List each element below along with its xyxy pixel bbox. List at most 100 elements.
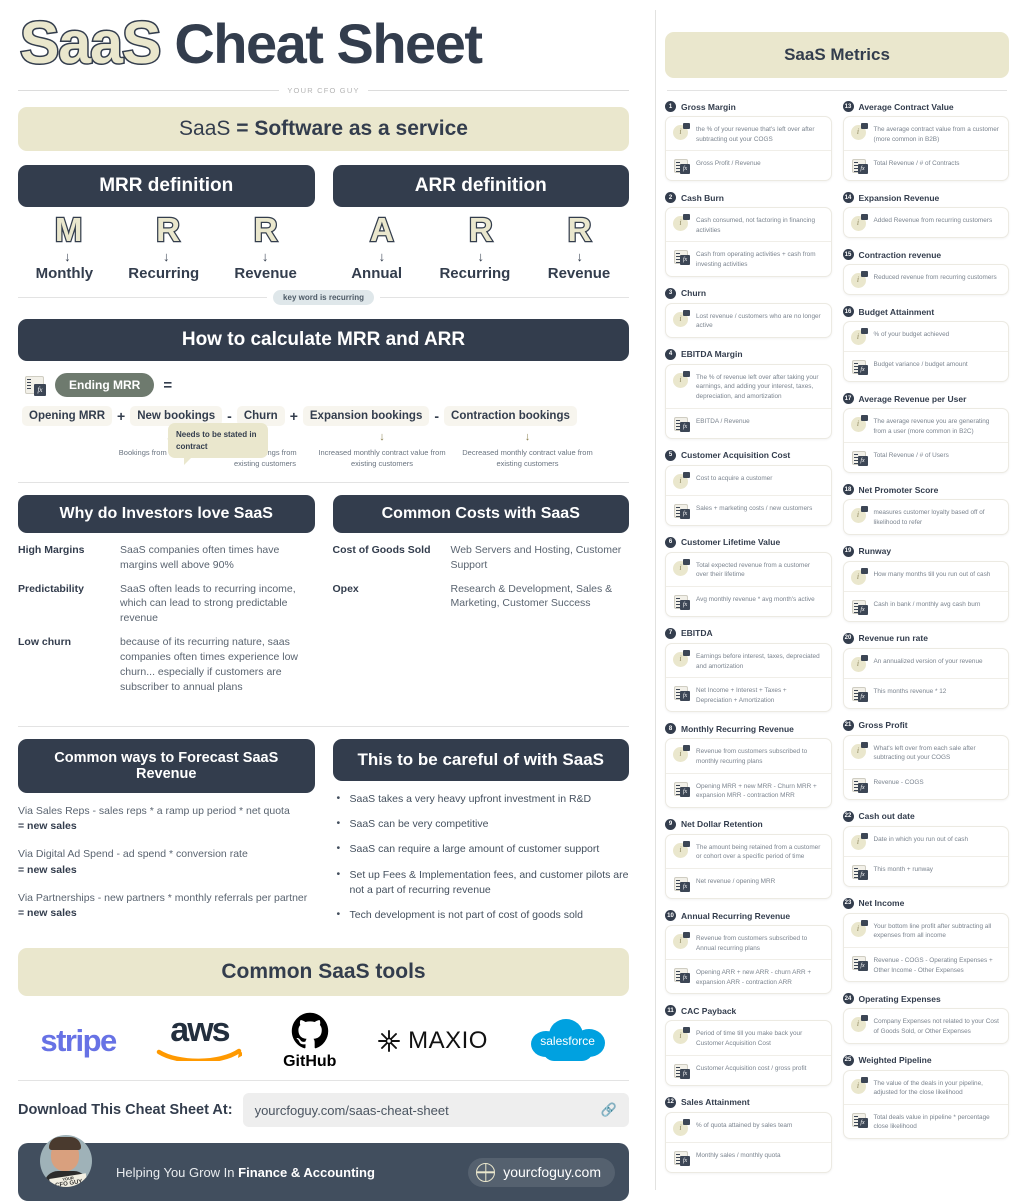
metric-number: 24 (842, 993, 854, 1005)
contract-callout: Needs to be stated in contract (168, 423, 268, 466)
metric-description-row: i What's left over from each sale after s… (844, 736, 1009, 769)
footer-site-url[interactable]: yourcfoguy.com (503, 1164, 601, 1180)
metric-header: 9 Net Dollar Retention (665, 818, 832, 830)
metric-number: 25 (842, 1054, 854, 1066)
download-row: Download This Cheat Sheet At: yourcfoguy… (18, 1093, 629, 1128)
metric-description: Total expected revenue from a customer o… (696, 561, 811, 579)
investors-value: because of its recurring nature, saas co… (120, 636, 299, 693)
list-item: SaaS can require a large amount of custo… (337, 841, 630, 857)
formula-icon: fx (851, 776, 868, 793)
metric-description-row: i % of quota attained by sales team (666, 1113, 831, 1142)
metric-body: i % of your budget achieved fx Budget varia… (842, 321, 1009, 383)
formula-icon: fx (851, 863, 868, 880)
metrics-col-left: 1 Gross Margin i the % of your revenue that… (665, 101, 832, 1184)
costs-value: Web Servers and Hosting, Customer Suppor… (450, 543, 622, 571)
metric-description-row: i The amount being retained from a custom… (666, 835, 831, 868)
metric-name: Average Revenue per User (858, 393, 967, 404)
metric-body: i Total expected revenue from a customer … (665, 551, 832, 617)
metric-formula: Net Income + Interest + Taxes + Deprecia… (696, 687, 787, 704)
metric-name: Average Contract Value (858, 101, 954, 112)
calc-operator: + (289, 408, 298, 424)
metrics-col-right: 13 Average Contract Value i The average con… (842, 101, 1010, 1184)
careful-list: SaaS takes a very heavy upfront investme… (333, 791, 630, 923)
metric-formula: Net revenue / opening MRR (696, 878, 776, 886)
metric-description-row: i Added Revenue from recurring customers (844, 208, 1009, 237)
info-badge-icon: i (673, 123, 690, 140)
metric-formula-row: fx Net Income + Interest + Taxes + Deprec… (666, 677, 831, 711)
metric-name: Contraction revenue (858, 249, 942, 260)
aws-logo: aws (156, 1011, 246, 1066)
info-badge-icon: i (673, 649, 690, 667)
info-badge-icon: i (673, 745, 690, 763)
investors-heading: Why do Investors love SaaS (18, 494, 315, 533)
link-icon[interactable]: 🔗 (601, 1102, 617, 1118)
metric-formula: Total Revenue / # of Contracts (873, 160, 960, 168)
investors-value: SaaS often leads to recurring income, wh… (120, 582, 296, 625)
metric-card: 7 EBITDA i Earnings before interest, taxes,… (665, 627, 832, 713)
info-badge-icon: i (673, 370, 690, 388)
info-badge-icon: i (850, 567, 868, 585)
metric-description: measures customer loyalty based off of l… (873, 509, 985, 527)
metric-formula: Opening ARR + new ARR - churn ARR + expa… (696, 969, 812, 986)
metric-header: 23 Net Income (842, 897, 1010, 909)
forecast-careful-section: Common ways to Forecast SaaS Revenue Via… (18, 738, 630, 934)
investors-block: Why do Investors love SaaS High Margins … (18, 494, 315, 704)
info-badge-icon: i (673, 214, 690, 232)
brand-rule-right (367, 90, 630, 91)
metric-description: The average revenue you are generating f… (873, 418, 990, 435)
metric-card: 11 CAC Payback i Period of time till you ma… (665, 1005, 832, 1086)
tools-logos: stripe aws GitHub MAXIO salesforce (20, 1010, 627, 1072)
mrr-letter: R (155, 211, 181, 248)
download-url-box[interactable]: yourcfoguy.com/saas-cheat-sheet 🔗 (242, 1093, 629, 1128)
calc-operator: - (227, 408, 232, 424)
metric-description: An annualized version of your revenue (873, 657, 983, 665)
metric-description-row: i Cost to acquire a customer (666, 466, 831, 495)
down-arrow-icon: ↓ (261, 249, 269, 264)
github-logo: GitHub (283, 1012, 336, 1071)
metric-card: 19 Runway i How many months till you run ou… (842, 545, 1010, 622)
table-row: Low churn because of its recurring natur… (18, 635, 315, 695)
info-badge-icon: i (850, 123, 868, 140)
metric-description: Period of time till you make back your C… (696, 1030, 803, 1048)
metric-description: Date in which you run out of cash (873, 835, 969, 843)
footer-site-pill[interactable]: yourcfoguy.com (468, 1157, 615, 1187)
metric-body: i Added Revenue from recurring customers (842, 207, 1009, 239)
arr-heading: ARR definition (332, 165, 629, 207)
mrr-letter: M (54, 211, 84, 248)
metric-header: 3 Churn (665, 287, 832, 299)
metric-body: i Company Expenses not related to your Co… (842, 1008, 1009, 1044)
metric-formula: This months revenue * 12 (873, 687, 947, 695)
info-badge-icon: i (850, 214, 868, 232)
metric-header: 19 Runway (842, 545, 1010, 557)
info-badge-icon: i (673, 558, 690, 576)
info-badge-icon: i (850, 832, 868, 850)
download-url[interactable]: yourcfoguy.com/saas-cheat-sheet (255, 1103, 449, 1118)
metric-header: 6 Customer Lifetime Value (665, 536, 832, 548)
maxio-mark-icon (378, 1030, 401, 1053)
list-item: SaaS can be very competitive (337, 816, 630, 832)
metric-name: Customer Lifetime Value (681, 537, 781, 548)
investors-list: High Margins SaaS companies often times … (18, 543, 315, 695)
metric-body: i The value of the deals in your pipeline… (842, 1069, 1009, 1139)
metric-description-row: i Revenue from customers subscribed to mo… (666, 739, 831, 772)
metric-card: 14 Expansion Revenue i Added Revenue from r… (842, 192, 1010, 239)
metric-name: Cash Burn (681, 192, 724, 203)
maxio-logo: MAXIO (377, 1027, 488, 1055)
metric-header: 5 Customer Acquisition Cost (665, 449, 832, 461)
forecast-result: = new sales (18, 863, 77, 876)
formula-icon: fx (851, 685, 868, 702)
metric-description-row: i Total expected revenue from a customer … (666, 553, 831, 586)
metric-body: i The % of revenue left over after taking… (665, 363, 832, 439)
info-badge-icon: i (673, 840, 690, 858)
info-badge-icon: i (673, 471, 690, 489)
keyword-badge: key word is recurring (273, 290, 374, 305)
metric-header: 14 Expansion Revenue (842, 192, 1010, 204)
calc-term: Opening MRR (22, 406, 113, 426)
metric-number: 13 (842, 101, 854, 112)
forecast-result: = new sales (18, 820, 77, 833)
vertical-divider (655, 10, 656, 1190)
metric-card: 4 EBITDA Margin i The % of revenue left ove… (665, 348, 832, 439)
metric-number: 11 (665, 1005, 676, 1017)
metric-description: the % of your revenue that's left over a… (696, 126, 815, 143)
aws-logo-text: aws (170, 1011, 230, 1050)
